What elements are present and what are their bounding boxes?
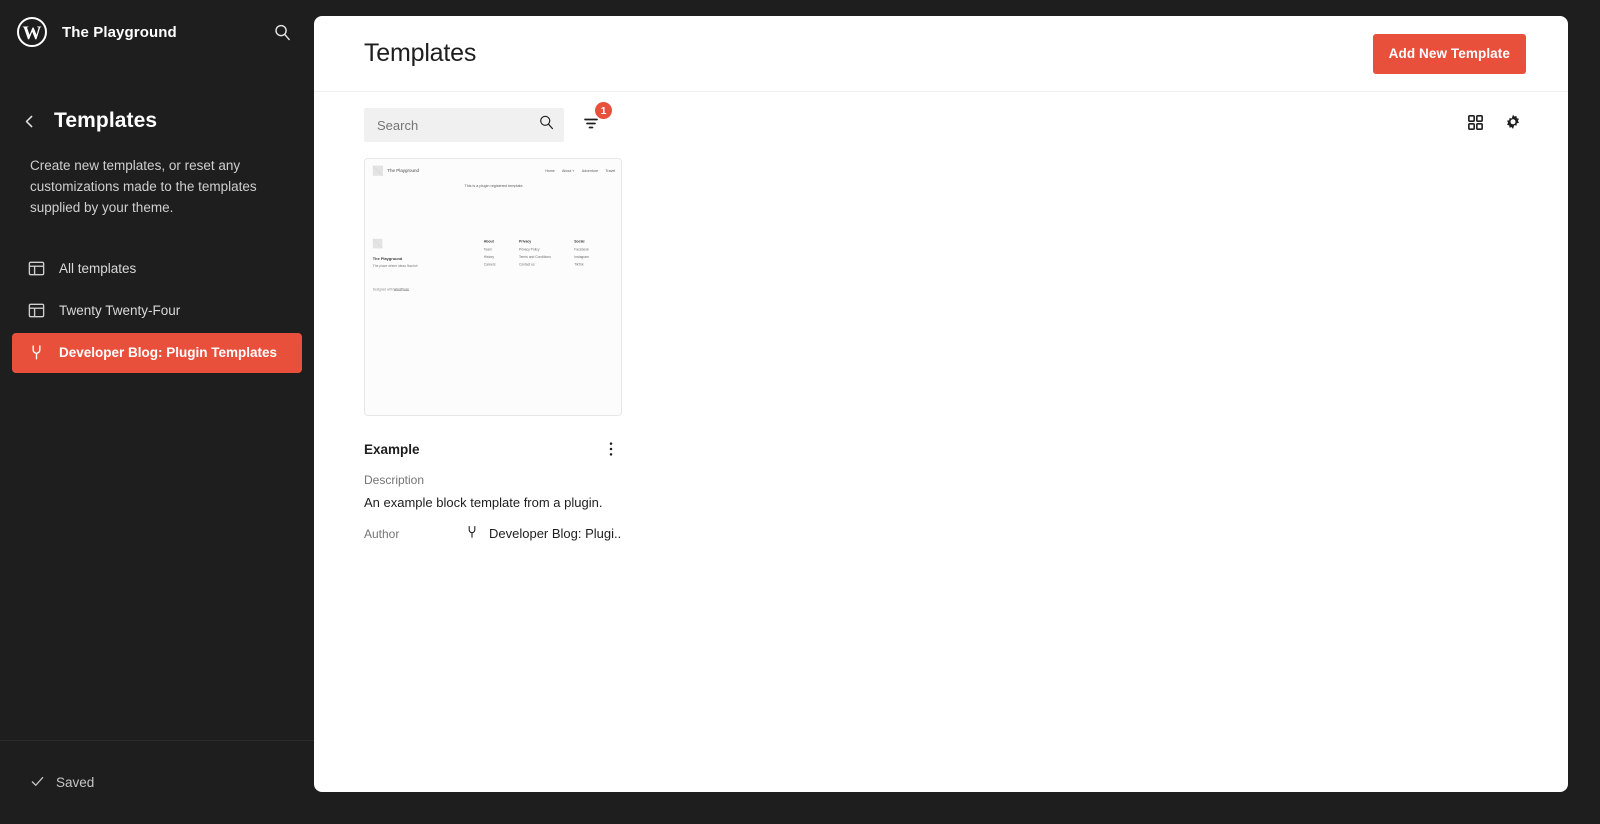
main-panel: Templates Add New Template Search 1 The … <box>314 16 1568 792</box>
wordpress-logo-icon[interactable]: W <box>16 16 48 48</box>
page-title: Templates <box>364 39 477 67</box>
preview-footer: The Playground The place where ideas flo… <box>365 238 621 270</box>
preview-tagline: This is a plugin registered template. <box>464 183 524 188</box>
author-value-wrap: Developer Blog: Plugi... <box>464 524 622 543</box>
sidebar-footer: Saved <box>0 740 314 824</box>
templates-grid: The Playground Home About ˅ Adventure Tr… <box>314 158 1568 543</box>
preview-nav-item: About ˅ <box>562 168 575 173</box>
preview-column-item: Facebook <box>574 247 589 252</box>
search-input[interactable] <box>364 108 564 142</box>
filter-button[interactable]: 1 <box>574 102 612 142</box>
svg-text:W: W <box>23 23 42 44</box>
author-label: Author <box>364 526 400 541</box>
preview-nav-item: Home <box>545 168 555 173</box>
sidebar: W The Playground Templates Create new te… <box>0 0 314 824</box>
sidebar-item-twenty-twenty-four[interactable]: Twenty Twenty-Four <box>12 291 302 331</box>
preview-nav: Home About ˅ Adventure Travel <box>545 169 615 173</box>
sidebar-item-developer-blog-plugin-templates[interactable]: Developer Blog: Plugin Templates <box>12 332 302 373</box>
preview-column-heading: Social <box>574 240 585 244</box>
preview-footer-title: The Playground <box>372 256 403 261</box>
preview-footer-column: Social Facebook Instagram TikTok <box>574 240 589 270</box>
preview-column-item: History <box>483 255 495 259</box>
gear-icon <box>1503 113 1523 138</box>
preview-column-item: Careers <box>483 262 496 267</box>
grid-view-icon <box>1466 113 1485 137</box>
preview-nav-item: Travel <box>605 168 616 173</box>
check-icon <box>30 774 45 792</box>
author-row: Author Developer Blog: Plugi... <box>364 524 622 543</box>
save-status[interactable]: Saved <box>30 774 94 792</box>
preview-column-item: Terms and Conditions <box>518 255 551 259</box>
sidebar-nav: All templates Twenty Twenty-Four Develop… <box>0 249 314 375</box>
template-preview-thumbnail[interactable]: The Playground Home About ˅ Adventure Tr… <box>364 158 622 416</box>
grid-view-button[interactable] <box>1458 108 1492 142</box>
preview-render: The Playground Home About ˅ Adventure Tr… <box>365 159 621 415</box>
sidebar-item-all-templates[interactable]: All templates <box>12 249 302 289</box>
template-card-title: Example <box>364 441 420 457</box>
filter-count-badge: 1 <box>595 102 612 119</box>
template-card: The Playground Home About ˅ Adventure Tr… <box>364 158 622 543</box>
description-value: An example block template from a plugin. <box>364 495 603 510</box>
preview-column-heading: Privacy <box>518 240 532 244</box>
preview-footer-tagline: The place where ideas flourish <box>372 264 418 268</box>
sidebar-description: Create new templates, or reset any custo… <box>30 158 257 215</box>
preview-site-name: The Playground <box>387 168 419 174</box>
app-root: W The Playground Templates Create new te… <box>0 0 1600 824</box>
template-card-title-row: Example <box>364 438 622 460</box>
chevron-left-icon[interactable] <box>14 106 44 136</box>
preview-column-heading: About <box>483 240 494 244</box>
author-value: Developer Blog: Plugi... <box>489 526 622 542</box>
add-new-template-button[interactable]: Add New Template <box>1372 33 1526 74</box>
site-title: The Playground <box>62 23 177 41</box>
preview-column-item: Team <box>483 247 492 252</box>
preview-credit-link: WordPress <box>393 287 409 292</box>
preview-footer-columns: About Team History Careers Privacy Priva… <box>484 240 589 270</box>
preview-footer-brand: The Playground The place where ideas flo… <box>372 238 472 270</box>
preview-column-item: Contact us <box>518 262 535 267</box>
sidebar-item-label: All templates <box>59 261 137 277</box>
toolbar: 1 <box>314 92 1568 158</box>
plug-icon <box>464 524 480 543</box>
preview-footer-column: About Team History Careers <box>484 240 496 270</box>
layout-icon <box>26 301 46 321</box>
sidebar-top-bar: W The Playground <box>0 0 314 64</box>
sidebar-header: Templates <box>0 64 314 136</box>
preview-column-item: Instagram <box>574 255 589 259</box>
preview-nav-item: Adventure <box>581 168 599 173</box>
search-field <box>364 108 564 142</box>
settings-button[interactable] <box>1496 108 1530 142</box>
preview-credit-prefix: Designed with <box>372 287 394 292</box>
panel-header: Templates Add New Template <box>314 16 1568 92</box>
preview-credit: Designed with WordPress <box>365 287 621 292</box>
sidebar-section-title: Templates <box>54 109 158 132</box>
preview-footer-logo-icon <box>372 238 383 249</box>
sidebar-item-label: Twenty Twenty-Four <box>59 303 181 319</box>
preview-site-header: The Playground Home About ˅ Adventure Tr… <box>365 159 621 176</box>
preview-footer-column: Privacy Privacy Policy Terms and Conditi… <box>519 240 551 270</box>
preview-logo-placeholder-icon <box>372 165 383 176</box>
description-label: Description <box>364 473 425 487</box>
sidebar-item-label: Developer Blog: Plugin Templates <box>59 345 278 361</box>
layout-icon <box>26 259 46 279</box>
ellipsis-vertical-icon[interactable] <box>600 438 622 460</box>
preview-column-item: Privacy Policy <box>518 247 540 252</box>
preview-column-item: TikTok <box>574 262 584 267</box>
search-icon[interactable] <box>268 18 296 46</box>
plug-icon <box>26 343 46 363</box>
save-status-label: Saved <box>56 775 95 790</box>
